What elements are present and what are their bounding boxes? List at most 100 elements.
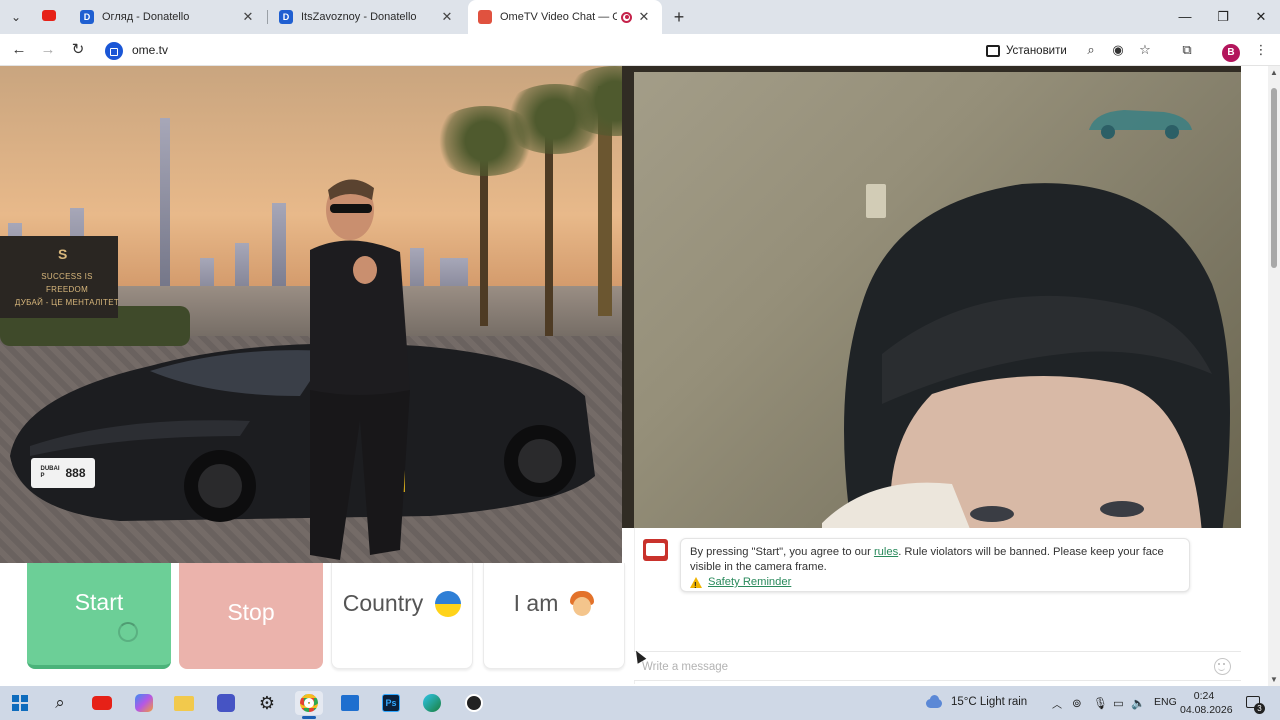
notice-text: By pressing "Start", you agree to our ru… <box>690 545 1180 575</box>
restore-icon[interactable]: ❐ <box>1204 0 1242 34</box>
profile-avatar[interactable]: B <box>1222 44 1240 62</box>
copilot-icon[interactable] <box>130 691 158 715</box>
page-scrollbar[interactable]: ▲ ▼ <box>1268 66 1280 686</box>
ometv-page: S SUCCESS IS FREEDOM ДУБАЙ - ЦЕ МЕНТАЛІТ… <box>0 66 1268 686</box>
i-am-button[interactable]: I am <box>483 563 625 669</box>
warning-triangle-icon <box>690 577 702 593</box>
message-input-bar <box>634 651 1241 681</box>
local-video: S SUCCESS IS FREEDOM ДУБАЙ - ЦЕ МЕНТАЛІТ… <box>0 66 622 563</box>
notifications-icon[interactable]: 3 <box>1244 694 1265 714</box>
zoom-magnifier-icon[interactable]: ⌕ <box>1082 41 1100 59</box>
tab-title: Огляд - Donatello <box>102 11 190 23</box>
man-in-black <box>310 179 410 560</box>
rules-link[interactable]: rules <box>874 546 898 558</box>
scrollbar-thumb[interactable] <box>1271 88 1277 268</box>
youtube-icon[interactable] <box>88 691 116 715</box>
ometv-icon <box>478 10 492 24</box>
scroll-up-arrow-icon[interactable]: ▲ <box>1268 68 1280 77</box>
battery-icon[interactable]: ▭ <box>1113 696 1124 710</box>
bookmark-star-icon[interactable]: ☆ <box>1136 41 1154 59</box>
obs-icon[interactable] <box>460 691 488 715</box>
windows-start-icon[interactable] <box>6 691 34 715</box>
new-tab-plus-icon[interactable]: + <box>668 6 690 28</box>
stranger-face <box>822 183 1230 528</box>
file-explorer-icon[interactable] <box>170 691 198 715</box>
country-button[interactable]: Country <box>331 563 473 669</box>
rules-notice: By pressing "Start", you agree to our ru… <box>680 538 1190 593</box>
start-button[interactable]: Start <box>27 563 171 669</box>
message-input[interactable] <box>642 658 1202 676</box>
game-app-icon[interactable] <box>212 691 240 715</box>
scroll-down-arrow-icon[interactable]: ▼ <box>1268 675 1280 684</box>
donatello-d-icon: D <box>279 10 293 24</box>
eye-slash-icon[interactable]: ◉ <box>1109 41 1127 59</box>
windows-taskbar: ⌕ ⚙ Ps 15°C Light rain ︿ ⊚ 🎙 ▭ 🔈 ENG 0:2… <box>0 686 1280 720</box>
weather-text[interactable]: 15°C Light rain <box>951 696 1027 708</box>
weather-cloud-icon <box>924 695 944 711</box>
remote-video <box>622 66 1241 528</box>
recording-icon <box>621 11 632 23</box>
minimize-icon[interactable]: — <box>1166 0 1204 34</box>
close-tab-icon[interactable]: ✕ <box>439 9 455 25</box>
close-window-icon[interactable]: ✕ <box>1242 0 1280 34</box>
sign-logo: S <box>58 246 68 262</box>
notice-text-before: By pressing "Start", you agree to our <box>690 546 874 558</box>
install-app-button[interactable]: Установити <box>986 41 1067 61</box>
settings-gear-icon[interactable]: ⚙ <box>253 691 281 715</box>
toy-car-shelf <box>1089 110 1192 139</box>
clock-time: 0:24 <box>1193 690 1215 702</box>
emoji-smiley-icon[interactable] <box>1214 658 1231 675</box>
stop-label: Stop <box>227 598 275 625</box>
tab-separator <box>267 10 268 24</box>
palm-trunk <box>545 126 553 336</box>
forward-arrow-icon[interactable]: → <box>38 40 58 60</box>
youtube-tab-icon[interactable] <box>42 10 56 21</box>
sign-text: ДУБАЙ - ЦЕ МЕНТАЛІТЕТ <box>14 298 120 307</box>
chrome-icon[interactable] <box>295 691 323 719</box>
extensions-puzzle-icon[interactable]: ⧉ <box>1178 41 1196 59</box>
tab-title: ItsZavoznoy - Donatello <box>301 11 417 23</box>
back-arrow-icon[interactable]: ← <box>9 40 29 60</box>
site-info-camera-icon[interactable] <box>105 42 123 60</box>
plate-small-text: DUBAI P <box>40 466 60 479</box>
ukraine-flag-icon <box>435 590 462 617</box>
tab-itszavoznoy-donatello[interactable]: D ItsZavoznoy - Donatello ✕ <box>269 0 465 34</box>
install-label: Установити <box>1006 45 1067 57</box>
notification-count: 3 <box>1254 703 1265 714</box>
outlook-icon[interactable] <box>336 691 364 715</box>
close-tab-icon[interactable]: ✕ <box>240 9 256 25</box>
i-am-label: I am <box>513 590 559 616</box>
loading-spinner-icon <box>118 622 138 642</box>
license-plate: DUBAI P 888 <box>31 458 95 488</box>
start-label: Start <box>74 588 124 615</box>
install-app-icon <box>986 45 1000 57</box>
tray-chevron-icon[interactable]: ︿ <box>1052 696 1062 711</box>
photoshop-icon[interactable]: Ps <box>377 691 405 715</box>
close-tab-icon[interactable]: ✕ <box>636 9 652 25</box>
tab-title: OmeTV Video Chat — Ome <box>500 11 617 23</box>
donatello-d-icon: D <box>80 10 94 24</box>
sign-text: FREEDOM <box>45 285 89 294</box>
stop-button[interactable]: Stop <box>179 563 323 669</box>
browser-tab-strip: ⌄ D Огляд - Donatello ✕ D ItsZavoznoy - … <box>0 0 1280 34</box>
tab-overview-donatello[interactable]: D Огляд - Donatello ✕ <box>70 0 266 34</box>
taskbar-clock[interactable]: 0:24 04.08.2026 <box>1180 689 1233 717</box>
language-indicator[interactable]: ENG <box>1154 696 1177 708</box>
tab-search-chevron-icon[interactable]: ⌄ <box>6 8 26 26</box>
country-label: Country <box>342 590 424 616</box>
speaker-icon[interactable]: 🔈 <box>1131 696 1145 710</box>
tray-app-icon[interactable]: ⊚ <box>1072 696 1082 710</box>
clock-date: 04.08.2026 <box>1180 704 1233 716</box>
sign-text: SUCCESS IS <box>41 272 93 281</box>
edge-icon[interactable] <box>418 691 446 715</box>
microphone-icon[interactable]: 🎙 <box>1093 696 1108 710</box>
safety-reminder-link[interactable]: Safety Reminder <box>708 575 791 590</box>
plate-number: 888 <box>65 466 86 480</box>
tab-ometv[interactable]: OmeTV Video Chat — Ome ✕ <box>468 0 662 34</box>
reload-icon[interactable]: ↻ <box>68 40 88 60</box>
menu-kebab-icon[interactable]: ⋮ <box>1252 41 1270 59</box>
ometv-tv-icon <box>643 539 668 561</box>
boy-face-icon <box>570 590 595 617</box>
search-icon[interactable]: ⌕ <box>46 691 74 715</box>
address-bar-url[interactable]: ome.tv <box>132 43 168 57</box>
